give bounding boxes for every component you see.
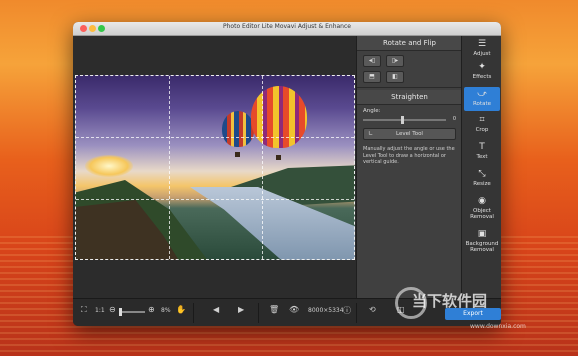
watermark-url: www.downxia.com [470, 323, 526, 330]
rotate-buttons-row: ◂▯ ▯▸ [357, 51, 462, 67]
watermark-brand: 当下软件园 [412, 292, 488, 310]
window-title: Photo Editor Lite Movavi Adjust & Enhanc… [223, 23, 351, 30]
grid-line [169, 76, 170, 259]
previous-image-icon[interactable]: ◀ [213, 305, 219, 314]
background-removal-icon: ▣ [477, 229, 487, 239]
angle-label: Angle: [363, 108, 381, 114]
flip-horizontal-button[interactable]: ◧ [386, 71, 404, 83]
title-bar: Photo Editor Lite Movavi Adjust & Enhanc… [73, 22, 501, 36]
rotate-right-button[interactable]: ▯▸ [386, 55, 404, 67]
angle-slider-thumb[interactable] [401, 116, 404, 124]
help-text: Manually adjust the angle or use the Lev… [363, 146, 455, 165]
image-dimensions: 8000×5334 [308, 307, 344, 314]
reset-icon[interactable]: ⟲ [369, 305, 376, 314]
angle-value: 0 [452, 116, 456, 122]
zoom-in-icon[interactable]: ⊕ [148, 305, 155, 314]
sliders-icon: ☰ [477, 39, 487, 49]
toolbar-separator [193, 303, 194, 323]
rotate-left-button[interactable]: ◂▯ [363, 55, 381, 67]
rotate-icon: ⤻ [477, 89, 487, 99]
tool-adjust[interactable]: ☰ Adjust [464, 39, 500, 59]
tool-resize[interactable]: ⤡ Resize [464, 169, 500, 191]
grid-line [76, 137, 354, 138]
level-tool-label: Level Tool [396, 131, 423, 137]
image-canvas[interactable] [73, 36, 356, 298]
text-icon: T [479, 142, 485, 152]
fit-screen-icon[interactable]: ⛶ [81, 305, 87, 315]
tool-label: Rotate [472, 101, 491, 107]
grid-line [76, 199, 354, 200]
straighten-heading: Straighten [357, 90, 462, 105]
tool-rotate[interactable]: ⤻ Rotate [464, 87, 500, 111]
toolbar-separator [356, 303, 357, 323]
tool-label: Resize [473, 181, 491, 187]
angle-slider[interactable]: 0 [363, 116, 456, 124]
tool-label: Adjust [473, 51, 491, 57]
level-tool-button[interactable]: ∟ Level Tool [363, 128, 456, 140]
delete-icon[interactable]: 🗑 [269, 305, 279, 314]
tool-effects[interactable]: ✦ Effects [464, 62, 500, 84]
tool-text[interactable]: T Text [464, 142, 500, 164]
tools-sidebar: ☰ Adjust ✦ Effects ⤻ Rotate ⌗ Crop T Tex… [461, 36, 501, 298]
tool-label: Crop [475, 127, 489, 133]
next-image-icon[interactable]: ▶ [238, 305, 244, 314]
tool-crop[interactable]: ⌗ Crop [464, 115, 500, 137]
app-window: Photo Editor Lite Movavi Adjust & Enhanc… [73, 22, 501, 326]
level-tool-icon: ∟ [368, 130, 374, 137]
angle-slider-track [363, 119, 446, 121]
zoom-percent: 8% [161, 307, 171, 314]
preview-eye-icon[interactable]: 👁 [289, 305, 299, 314]
grid-line [262, 76, 263, 259]
zoom-ratio-button[interactable]: 1:1 [95, 307, 105, 314]
resize-icon: ⤡ [478, 169, 486, 179]
object-removal-icon: ◉ [478, 196, 486, 206]
straighten-grid [75, 75, 355, 260]
zoom-out-icon[interactable]: ⊖ [109, 305, 116, 314]
flip-buttons-row: ⬒ ◧ [357, 67, 462, 88]
flip-vertical-button[interactable]: ⬒ [363, 71, 381, 83]
tool-label: Effects [472, 74, 492, 80]
tool-label: Text [476, 154, 488, 160]
rotate-flip-heading: Rotate and Flip [357, 36, 462, 51]
crop-icon: ⌗ [479, 115, 485, 125]
hand-tool-icon[interactable]: ✋ [176, 305, 186, 314]
effects-icon: ✦ [478, 62, 486, 72]
tool-object-removal[interactable]: ◉ Object Removal [464, 196, 500, 224]
tool-label: Object Removal [470, 208, 494, 220]
tool-background-removal[interactable]: ▣ Background Removal [464, 229, 500, 257]
toolbar-separator [258, 303, 259, 323]
rotate-panel: Rotate and Flip ◂▯ ▯▸ ⬒ ◧ Straighten Ang… [356, 36, 462, 298]
tool-label: Background Removal [465, 241, 499, 253]
info-icon[interactable]: ⓘ [343, 305, 351, 316]
zoom-slider[interactable] [119, 308, 145, 316]
